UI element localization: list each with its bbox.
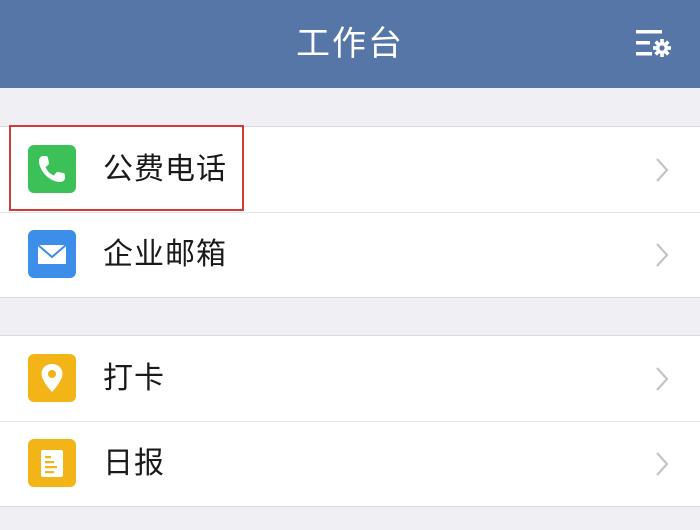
header-bar: 工作台	[0, 0, 700, 88]
chevron-right-icon	[656, 367, 669, 391]
page-title: 工作台	[296, 24, 404, 64]
report-icon	[28, 439, 76, 487]
chevron-right-icon	[656, 158, 669, 182]
chevron-right-icon	[656, 452, 669, 476]
list-item-label: 企业邮箱	[103, 237, 227, 272]
list-item-label: 日报	[103, 446, 165, 481]
settings-list-icon	[636, 30, 671, 57]
highlight-annotation	[9, 125, 244, 211]
app-group-attendance: 打卡 日报	[0, 335, 700, 507]
settings-menu-button[interactable]	[634, 26, 674, 62]
list-item-check-in[interactable]: 打卡	[0, 336, 700, 421]
list-item-label: 打卡	[103, 361, 165, 396]
list-item-enterprise-mail[interactable]: 企业邮箱	[0, 212, 700, 297]
list-item-daily-report[interactable]: 日报	[0, 421, 700, 506]
location-pin-icon	[28, 354, 76, 402]
chevron-right-icon	[656, 243, 669, 267]
mail-icon	[28, 230, 76, 278]
